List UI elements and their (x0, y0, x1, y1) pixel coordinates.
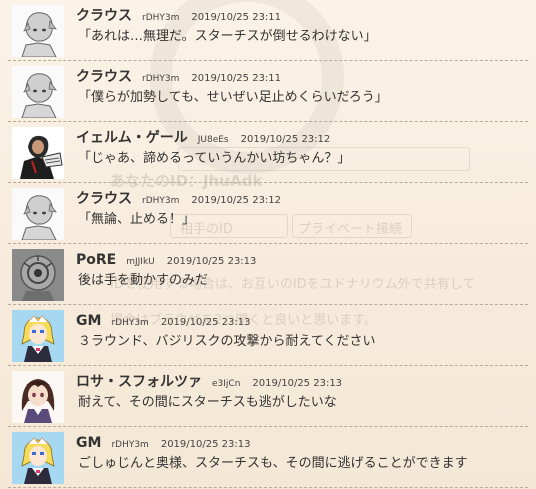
sender-id: rDHY3m (142, 74, 180, 84)
timestamp: 2019/10/25 23:11 (191, 12, 282, 23)
sender-name: イェルム・ゲール (76, 130, 188, 146)
sender-id: rDHY3m (111, 440, 149, 450)
timestamp: 2019/10/25 23:13 (252, 378, 343, 389)
chat-message: PoRE mJJIkU 2019/10/25 23:13 後は手を動かすのみだ (8, 244, 528, 305)
blonde-maid-icon[interactable] (12, 432, 64, 484)
sender-name: GM (76, 435, 102, 451)
timestamp: 2019/10/25 23:13 (160, 439, 251, 450)
timestamp: 2019/10/25 23:13 (166, 256, 257, 267)
dark-warrior-icon[interactable] (12, 127, 64, 179)
blonde-maid-icon[interactable] (12, 310, 64, 362)
message-text: 後は手を動かすのみだ (78, 273, 209, 288)
sender-id: rDHY3m (142, 13, 180, 23)
chat-message: イェルム・ゲール JU8eEs 2019/10/25 23:12 「じゃあ、諦めるっ… (8, 122, 528, 183)
timestamp: 2019/10/25 23:12 (240, 134, 331, 145)
grey-knight-icon[interactable] (12, 66, 64, 118)
chat-message: ロサ・スフォルツァ e3IjCn 2019/10/25 23:13 耐えて、その間に… (8, 366, 528, 427)
message-text: ３ラウンド、バジリスクの攻撃から耐えてください (78, 334, 376, 349)
message-text: 耐えて、その間にスターチスも逃がしたいな (78, 395, 337, 410)
message-text: ごしゅじんと奥様、スターチスも、その間に逃げることができます (78, 456, 468, 471)
sender-id: JU8eEs (197, 135, 229, 145)
sender-name: GM (76, 313, 102, 329)
sender-name: ロサ・スフォルツァ (76, 374, 202, 390)
sender-id: rDHY3m (111, 318, 149, 328)
chat-message: クラウス rDHY3m 2019/10/25 23:11 「僕らが加勢しても、せいぜ… (8, 61, 528, 122)
chat-message: GM rDHY3m 2019/10/25 23:13 ３ラウンド、バジリスクの攻撃か… (8, 305, 528, 366)
sender-id: e3IjCn (212, 379, 241, 389)
sender-id: mJJIkU (126, 257, 155, 267)
sender-name: クラウス (76, 69, 132, 85)
sender-id: rDHY3m (142, 196, 180, 206)
message-text: 「無論、止める！」 (78, 212, 196, 227)
sender-name: クラウス (76, 8, 132, 24)
brunette-girl-icon[interactable] (12, 371, 64, 423)
grey-knight-icon[interactable] (12, 188, 64, 240)
sender-name: PoRE (76, 252, 117, 268)
chat-message: クラウス rDHY3m 2019/10/25 23:12 「無論、止める！」 (8, 183, 528, 244)
chat-message: GM rDHY3m 2019/10/25 23:13 ごしゅじんと奥様、スターチスも… (8, 427, 528, 488)
timestamp: 2019/10/25 23:11 (191, 73, 282, 84)
timestamp: 2019/10/25 23:13 (160, 317, 251, 328)
message-text: 「じゃあ、諦めるっていうんかい坊ちゃん？」 (78, 151, 351, 166)
grey-mask-icon[interactable] (12, 249, 64, 301)
message-text: 「あれは…無理だ。スターチスが倒せるわけない」 (78, 29, 377, 44)
grey-knight-icon[interactable] (12, 5, 64, 57)
timestamp: 2019/10/25 23:12 (191, 195, 282, 206)
chat-message: クラウス rDHY3m 2019/10/25 23:11 「あれは…無理だ。スターチ… (8, 0, 528, 61)
message-text: 「僕らが加勢しても、せいぜい足止めくらいだろう」 (78, 90, 388, 105)
sender-name: クラウス (76, 191, 132, 207)
chat-log[interactable]: クラウス rDHY3m 2019/10/25 23:11 「あれは…無理だ。スターチ… (0, 0, 536, 489)
